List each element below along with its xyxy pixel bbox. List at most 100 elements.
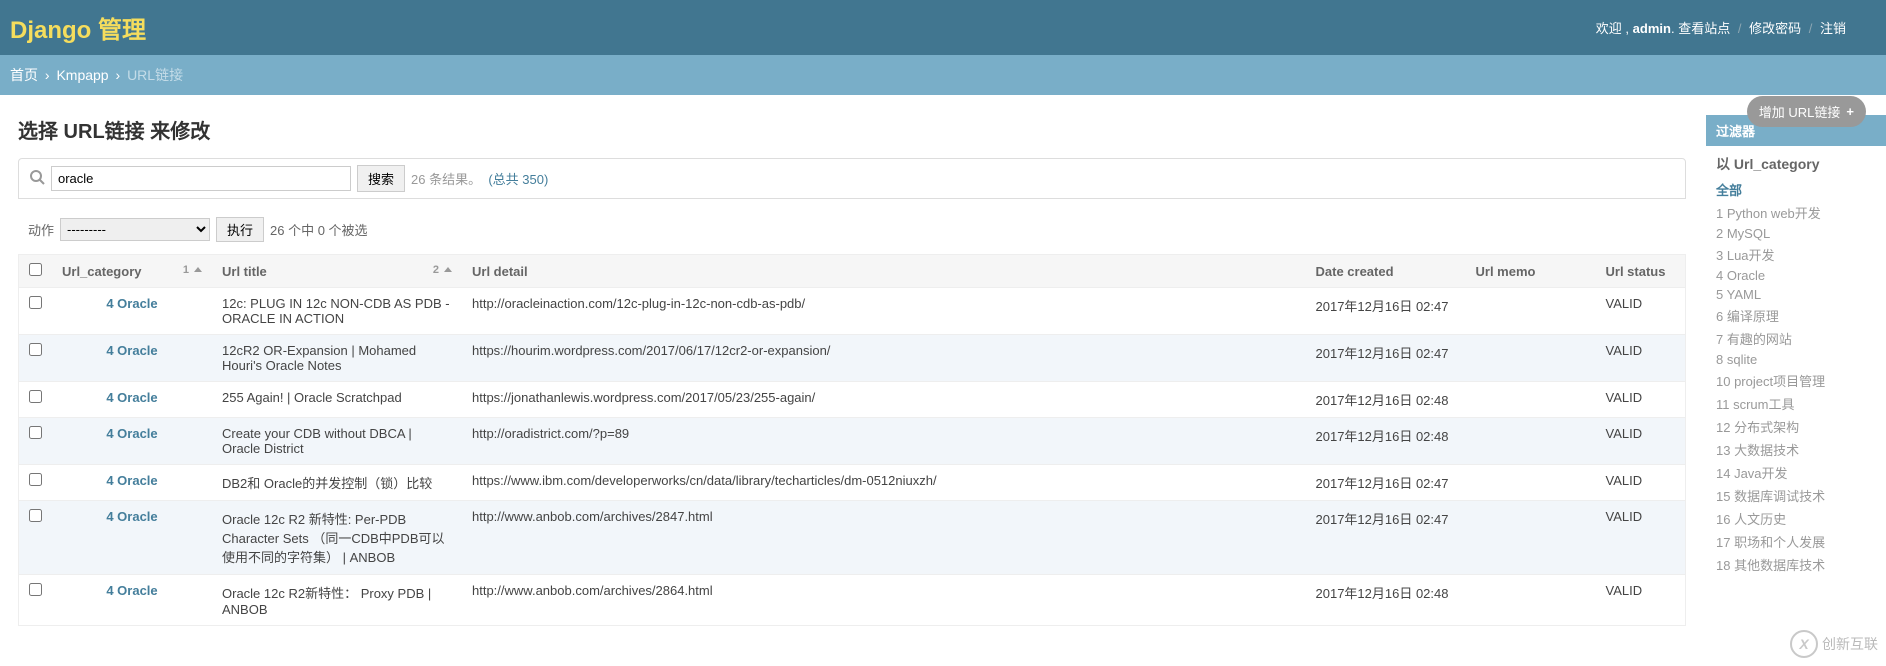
category-link[interactable]: 4 Oracle	[106, 509, 157, 524]
row-checkbox[interactable]	[29, 296, 42, 309]
category-link[interactable]: 4 Oracle	[106, 296, 157, 311]
col-memo[interactable]: Url memo	[1466, 255, 1596, 288]
filter-item[interactable]: 18 其他数据库技术	[1716, 553, 1876, 576]
category-link[interactable]: 4 Oracle	[106, 390, 157, 405]
filter-item[interactable]: 7 有趣的网站	[1716, 327, 1876, 350]
show-all-link[interactable]: (总共 350)	[488, 172, 548, 187]
category-link[interactable]: 4 Oracle	[106, 583, 157, 598]
filter-item[interactable]: 5 YAML	[1716, 285, 1876, 304]
row-memo	[1466, 335, 1596, 382]
category-link[interactable]: 4 Oracle	[106, 343, 157, 358]
breadcrumb-current: URL链接	[127, 67, 183, 83]
logout-link[interactable]: 注销	[1820, 21, 1846, 36]
row-detail: https://jonathanlewis.wordpress.com/2017…	[462, 382, 1306, 418]
table-row: 4 Oracle 12cR2 OR-Expansion | Mohamed Hou…	[19, 335, 1686, 382]
row-select-cell	[19, 575, 53, 626]
row-date: 2017年12月16日 02:47	[1306, 288, 1466, 335]
row-status: VALID	[1596, 382, 1686, 418]
category-link[interactable]: 4 Oracle	[106, 473, 157, 488]
breadcrumb-home[interactable]: 首页	[10, 67, 38, 83]
actions-bar: 动作 --------- 执行 26 个中 0 个被选	[18, 209, 1686, 254]
filter-item[interactable]: 11 scrum工具	[1716, 392, 1876, 415]
filter-link[interactable]: 11 scrum工具	[1716, 397, 1795, 412]
row-checkbox[interactable]	[29, 426, 42, 439]
plus-icon: +	[1846, 104, 1854, 119]
select-all-checkbox[interactable]	[29, 263, 42, 276]
row-memo	[1466, 382, 1596, 418]
sort-asc-icon	[444, 267, 452, 272]
category-link[interactable]: 4 Oracle	[106, 426, 157, 441]
filter-link[interactable]: 7 有趣的网站	[1716, 332, 1792, 347]
row-checkbox[interactable]	[29, 343, 42, 356]
filter-link[interactable]: 1 Python web开发	[1716, 206, 1821, 221]
row-detail: https://www.ibm.com/developerworks/cn/da…	[462, 465, 1306, 501]
sort-asc-icon	[194, 267, 202, 272]
filter-link[interactable]: 6 编译原理	[1716, 309, 1779, 324]
filter-link[interactable]: 14 Java开发	[1716, 466, 1788, 481]
filter-link[interactable]: 16 人文历史	[1716, 512, 1786, 527]
filter-item[interactable]: 14 Java开发	[1716, 461, 1876, 484]
filter-link[interactable]: 5 YAML	[1716, 287, 1761, 302]
view-site-link[interactable]: 查看站点	[1678, 21, 1730, 36]
filter-link[interactable]: 8 sqlite	[1716, 352, 1757, 367]
filter-link[interactable]: 2 MySQL	[1716, 226, 1770, 241]
table-row: 4 OracleOracle 12c R2 新特性: Per-PDB Chara…	[19, 501, 1686, 575]
row-title: DB2和 Oracle的并发控制（锁）比较	[212, 465, 462, 501]
watermark: X 创新互联	[1790, 630, 1878, 658]
filter-item[interactable]: 16 人文历史	[1716, 507, 1876, 530]
row-memo	[1466, 465, 1596, 501]
row-memo	[1466, 501, 1596, 575]
filter-item[interactable]: 8 sqlite	[1716, 350, 1876, 369]
col-title[interactable]: Url title2	[212, 255, 462, 288]
filter-item[interactable]: 6 编译原理	[1716, 304, 1876, 327]
row-checkbox[interactable]	[29, 509, 42, 522]
filter-item[interactable]: 17 职场和个人发展	[1716, 530, 1876, 553]
actions-select[interactable]: ---------	[60, 218, 210, 241]
filter-link[interactable]: 4 Oracle	[1716, 268, 1765, 283]
user-tools: 欢迎 , admin. 查看站点 / 修改密码 / 注销	[1596, 18, 1846, 37]
filter-link[interactable]: 17 职场和个人发展	[1716, 535, 1825, 550]
result-count: 26 条结果。 (总共 350)	[411, 169, 548, 188]
sort-priority-2: 2	[433, 264, 452, 276]
col-date[interactable]: Date created	[1306, 255, 1466, 288]
col-detail[interactable]: Url detail	[462, 255, 1306, 288]
filter-link[interactable]: 13 大数据技术	[1716, 443, 1799, 458]
filter-link[interactable]: 3 Lua开发	[1716, 248, 1775, 263]
filter-item[interactable]: 15 数据库调试技术	[1716, 484, 1876, 507]
filter-by-label: 以 Url_category	[1706, 146, 1886, 178]
header: Django 管理 欢迎 , admin. 查看站点 / 修改密码 / 注销	[0, 0, 1886, 55]
row-status: VALID	[1596, 575, 1686, 626]
filter-link[interactable]: 10 project项目管理	[1716, 374, 1825, 389]
selection-count: 26 个中 0 个被选	[270, 220, 368, 239]
change-password-link[interactable]: 修改密码	[1749, 21, 1801, 36]
col-category[interactable]: Url_category1	[52, 255, 212, 288]
filter-item[interactable]: 1 Python web开发	[1716, 201, 1876, 224]
filter-item[interactable]: 2 MySQL	[1716, 224, 1876, 243]
filter-item[interactable]: 13 大数据技术	[1716, 438, 1876, 461]
search-button[interactable]: 搜索	[357, 165, 405, 192]
actions-go-button[interactable]: 执行	[216, 217, 264, 242]
add-url-button[interactable]: 增加 URL链接 +	[1747, 96, 1866, 127]
search-input[interactable]	[51, 166, 351, 191]
filter-all[interactable]: 全部	[1716, 178, 1876, 201]
row-checkbox[interactable]	[29, 390, 42, 403]
table-row: 4 Oracle12c: PLUG IN 12c NON-CDB AS PDB …	[19, 288, 1686, 335]
row-status: VALID	[1596, 465, 1686, 501]
row-checkbox[interactable]	[29, 583, 42, 596]
breadcrumb-app[interactable]: Kmpapp	[56, 67, 108, 83]
filter-item[interactable]: 10 project项目管理	[1716, 369, 1876, 392]
brand-title: Django 管理	[10, 10, 146, 45]
table-row: 4 OracleCreate your CDB without DBCA | O…	[19, 418, 1686, 465]
filter-item[interactable]: 4 Oracle	[1716, 266, 1876, 285]
col-status[interactable]: Url status	[1596, 255, 1686, 288]
filter-item[interactable]: 12 分布式架构	[1716, 415, 1876, 438]
row-checkbox[interactable]	[29, 473, 42, 486]
row-title: 255 Again! | Oracle Scratchpad	[212, 382, 462, 418]
row-date: 2017年12月16日 02:47	[1306, 465, 1466, 501]
watermark-icon: X	[1790, 630, 1818, 658]
row-title: 12cR2 OR-Expansion | Mohamed Houri's Ora…	[212, 335, 462, 382]
filter-link[interactable]: 15 数据库调试技术	[1716, 489, 1825, 504]
filter-item[interactable]: 3 Lua开发	[1716, 243, 1876, 266]
filter-link[interactable]: 12 分布式架构	[1716, 420, 1799, 435]
filter-link[interactable]: 18 其他数据库技术	[1716, 558, 1825, 573]
